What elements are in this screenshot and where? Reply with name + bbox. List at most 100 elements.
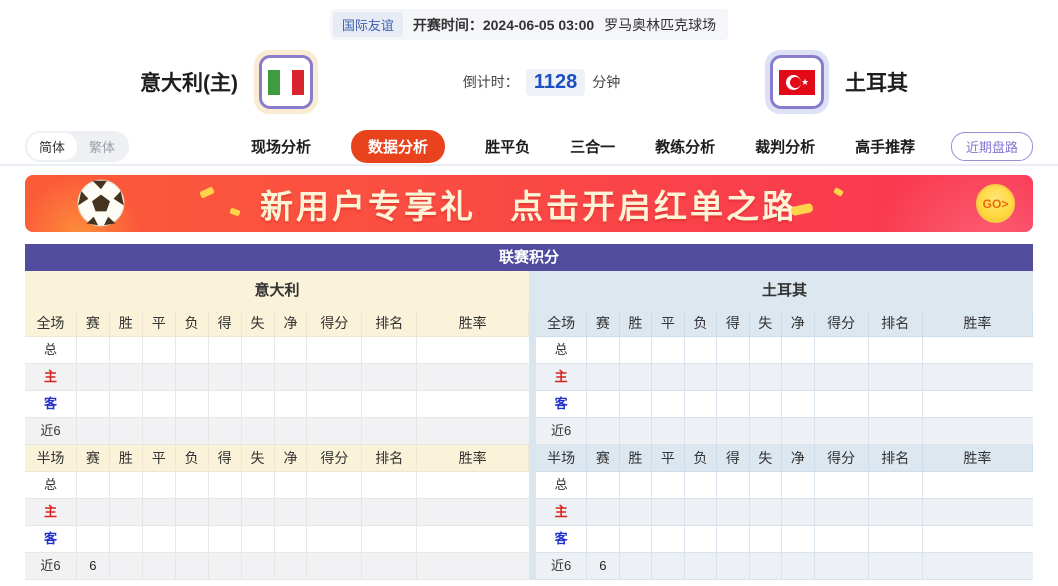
table-cell (142, 337, 176, 364)
table-cell (175, 499, 209, 526)
table-cell (142, 472, 176, 499)
table-cell (922, 499, 1033, 526)
table-cell (208, 472, 242, 499)
table-cell (175, 526, 209, 553)
column-header: 平 (142, 310, 176, 337)
table-row: 主 (25, 499, 529, 526)
home-table-body: 全场赛胜平负得失净得分 排名 胜率总主客近6 半场赛胜平负得失净得分 排名 胜率总主客近6… (25, 310, 529, 580)
tab-win-draw-lose[interactable]: 胜平负 (485, 130, 530, 163)
league-badge: 国际友谊 (332, 12, 403, 37)
column-header: 净 (782, 310, 815, 337)
table-cell (684, 553, 718, 580)
table-cell (782, 418, 815, 445)
table-cell (76, 499, 110, 526)
table-cell (587, 418, 620, 445)
table-cell (307, 499, 363, 526)
column-header: 胜率 (922, 310, 1033, 337)
venue-name: 罗马奥林匹克球场 (604, 16, 717, 33)
table-cell (417, 391, 529, 418)
column-header: 失 (241, 445, 275, 472)
tab-expert-picks[interactable]: 高手推荐 (855, 130, 915, 163)
row-label: 主 (25, 499, 77, 526)
table-cell (717, 499, 750, 526)
column-header: 得分 (814, 310, 869, 337)
table-cell (142, 364, 176, 391)
table-cell (208, 391, 242, 418)
table-cell (868, 337, 923, 364)
countdown-value: 1128 (525, 68, 586, 96)
table-cell (241, 472, 275, 499)
column-header: 胜 (109, 310, 143, 337)
table-cell (922, 418, 1033, 445)
table-cell (109, 472, 143, 499)
table-cell (208, 337, 242, 364)
table-cell (868, 553, 923, 580)
table-cell (868, 418, 923, 445)
table-cell (241, 526, 275, 553)
tab-live-analysis[interactable]: 现场分析 (251, 130, 311, 163)
table-cell (307, 337, 363, 364)
column-header: 得分 (307, 310, 363, 337)
go-button[interactable]: GO> (976, 184, 1015, 223)
table-cell (619, 472, 653, 499)
table-cell (652, 418, 685, 445)
table-cell (307, 391, 363, 418)
column-header: 负 (684, 310, 718, 337)
column-header: 半场 (25, 445, 77, 472)
kickoff-info: 国际友谊 开赛时间：2024-06-05 03:00 罗马奥林匹克球场 (329, 9, 729, 40)
lang-simplified[interactable]: 简体 (27, 132, 78, 160)
table-cell (868, 499, 923, 526)
table-cell (109, 364, 143, 391)
column-header: 负 (175, 445, 209, 472)
table-cell (76, 391, 110, 418)
table-cell (749, 526, 783, 553)
home-team: 意大利(主) (140, 50, 318, 114)
column-header: 胜率 (417, 445, 529, 472)
table-cell (814, 364, 869, 391)
table-cell (717, 337, 750, 364)
away-table-body: 全场赛胜平负得失净得分 排名 胜率总主客近6 半场赛胜平负得失净得分 排名 胜率总主客近6… (536, 310, 1033, 580)
banner-text: 新用户专享礼 点击开启红单之路 (260, 187, 798, 225)
promo-banner[interactable]: 新用户专享礼 点击开启红单之路 GO> (25, 175, 1033, 232)
column-header: 得 (717, 445, 750, 472)
lang-traditional[interactable]: 繁体 (77, 133, 127, 160)
table-cell (652, 553, 685, 580)
table-cell (814, 553, 869, 580)
table-cell (109, 337, 143, 364)
countdown-label: 倒计时： (462, 74, 519, 90)
nav-tabs: 现场分析 数据分析 胜平负 三合一 教练分析 裁判分析 高手推荐 (251, 129, 915, 163)
table-cell (142, 418, 176, 445)
kickoff-time: 开赛时间：2024-06-05 03:00 (412, 16, 595, 33)
table-row: 近6 6 (536, 553, 1033, 580)
league-half-home: 意大利 全场赛胜平负得失净得分 排名 胜率总主客近6 半场赛胜平负得失净得分 排名 胜率总… (25, 271, 529, 580)
tab-referee-analysis[interactable]: 裁判分析 (755, 130, 815, 163)
table-cell (652, 499, 685, 526)
home-table-team: 意大利 (25, 271, 529, 310)
tab-three-in-one[interactable]: 三合一 (570, 130, 615, 163)
away-team-name: 土耳其 (845, 72, 909, 95)
tab-coach-analysis[interactable]: 教练分析 (655, 130, 715, 163)
table-cell (241, 499, 275, 526)
table-cell (749, 553, 783, 580)
table-cell (175, 418, 209, 445)
row-label: 客 (536, 526, 588, 553)
column-header: 排名 (362, 445, 418, 472)
column-header: 失 (749, 445, 783, 472)
column-header: 净 (274, 445, 308, 472)
tab-data-analysis[interactable]: 数据分析 (351, 129, 446, 163)
table-cell (362, 526, 418, 553)
column-header: 胜 (109, 445, 143, 472)
table-cell (208, 499, 242, 526)
recent-trends-button[interactable]: 近期盘路 (950, 131, 1033, 161)
table-cell (619, 364, 653, 391)
table-cell (868, 472, 923, 499)
table-cell (587, 364, 620, 391)
table-cell (749, 391, 783, 418)
column-header: 得 (717, 310, 750, 337)
table-cell (782, 472, 815, 499)
table-row: 近6 6 (25, 553, 529, 580)
teams-header: 意大利(主) 倒计时： 1128 分钟 ★ 土耳其 (0, 40, 1058, 128)
stat-header-row: 半场赛胜平负得失净得分 排名 胜率 (536, 445, 1033, 472)
table-cell (652, 364, 685, 391)
table-row: 总 (536, 337, 1033, 364)
